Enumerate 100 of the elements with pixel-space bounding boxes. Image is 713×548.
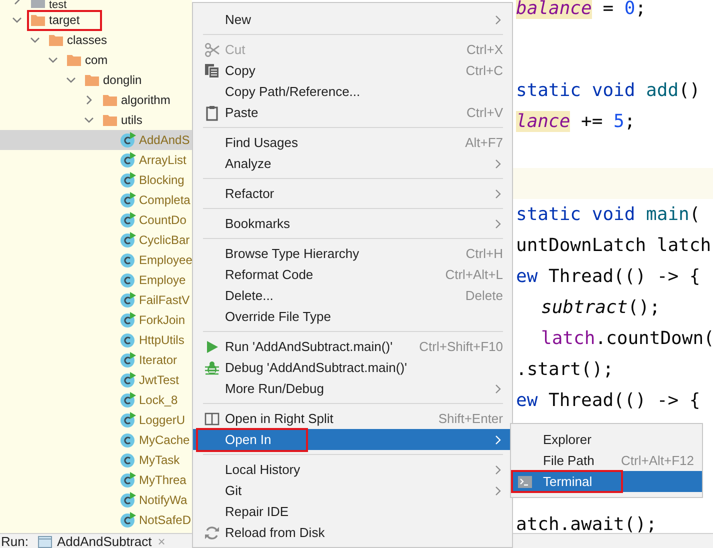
tree-item[interactable]: HttpUtils xyxy=(0,330,192,350)
run-label: Run: xyxy=(1,534,30,548)
tree-label: Completa xyxy=(139,193,190,207)
tree-label: LoggerU xyxy=(139,413,186,427)
menu-item[interactable]: Refactor xyxy=(193,183,512,204)
shortcut-label: Ctrl+Shift+F10 xyxy=(419,339,503,354)
tree-item[interactable]: ForkJoin xyxy=(0,310,192,330)
tree-label: com xyxy=(85,53,108,67)
tree-item[interactable]: Blocking xyxy=(0,170,192,190)
code-line: .start(); xyxy=(515,358,615,382)
tree-item[interactable]: CyclicBar xyxy=(0,230,192,250)
menu-item[interactable]: Explorer xyxy=(511,429,702,450)
tree-item[interactable]: Employee xyxy=(0,250,192,270)
tree-label: classes xyxy=(67,33,108,47)
menu-item[interactable]: New xyxy=(193,9,512,30)
tree-item[interactable]: Employe xyxy=(0,270,192,290)
tree-item[interactable]: LoggerU xyxy=(0,410,192,430)
code-line: static void main( xyxy=(515,202,702,226)
menu-item[interactable]: File Path Ctrl+Alt+F12 xyxy=(511,450,702,471)
tree-item[interactable]: classes xyxy=(0,30,192,50)
scissors-icon xyxy=(204,42,220,58)
folder-icon xyxy=(66,52,82,68)
tree-label: Iterator xyxy=(139,353,178,367)
menu-item[interactable]: Git xyxy=(193,480,512,501)
tree-label: algorithm xyxy=(121,93,170,107)
menu-item[interactable]: Delete... Delete xyxy=(193,285,512,306)
tree-item[interactable]: CountDo xyxy=(0,210,192,230)
tree-item[interactable]: algorithm xyxy=(0,90,192,110)
menu-item[interactable]: Reload from Disk xyxy=(193,522,512,543)
bug-icon xyxy=(204,360,220,376)
menu-item[interactable]: Paste Ctrl+V xyxy=(193,102,512,123)
menu-item[interactable]: Bookmarks xyxy=(193,213,512,234)
clipboard-icon xyxy=(204,104,220,120)
copy-icon xyxy=(204,62,220,78)
code-line: static void add() xyxy=(515,78,702,102)
shortcut-label: Ctrl+Alt+L xyxy=(445,267,503,282)
tree-item[interactable]: FailFastV xyxy=(0,290,192,310)
tree-label: HttpUtils xyxy=(139,333,184,347)
code-line: untDownLatch latch xyxy=(515,234,712,258)
folder-icon xyxy=(30,12,46,28)
menu-item[interactable]: Local History xyxy=(193,459,512,480)
split-view-icon xyxy=(204,410,220,426)
shortcut-label: Delete xyxy=(465,288,503,303)
tree-item[interactable]: NotifyWa xyxy=(0,490,192,510)
tree-item[interactable]: target xyxy=(0,10,192,30)
tree-label: target xyxy=(49,13,80,27)
menu-item[interactable]: Copy Path/Reference... xyxy=(193,81,512,102)
tree-item[interactable]: ArrayList xyxy=(0,150,192,170)
tree-item[interactable]: JwtTest xyxy=(0,370,192,390)
folder-icon xyxy=(102,112,118,128)
menu-item[interactable]: Browse Type Hierarchy Ctrl+H xyxy=(193,243,512,264)
menu-item[interactable]: Open in Right Split Shift+Enter xyxy=(193,408,512,429)
tree-label: Employe xyxy=(139,273,186,287)
shortcut-label: Shift+Enter xyxy=(438,411,503,426)
shortcut-label: Alt+F7 xyxy=(465,135,503,150)
folder-icon xyxy=(84,72,100,88)
tree-item[interactable]: utils xyxy=(0,110,192,130)
tree-label: CyclicBar xyxy=(139,233,190,247)
tree-label: MyCache xyxy=(139,433,190,447)
shortcut-label: Ctrl+Alt+F12 xyxy=(621,453,694,468)
tree-label: NotifyWa xyxy=(139,493,188,507)
run-icon xyxy=(204,338,220,354)
tree-label: Blocking xyxy=(139,173,184,187)
tree-item[interactable]: test xyxy=(0,0,192,10)
tree-item[interactable]: MyTask xyxy=(0,450,192,470)
tree-item[interactable]: Completa xyxy=(0,190,192,210)
tree-label: Lock_8 xyxy=(139,393,178,407)
menu-item[interactable]: Open In xyxy=(193,429,512,450)
tree-item[interactable]: com xyxy=(0,50,192,70)
tree-item[interactable]: Lock_8 xyxy=(0,390,192,410)
tree-label: AddAndS xyxy=(139,133,190,147)
menu-item[interactable]: More Run/Debug xyxy=(193,378,512,399)
folder-icon xyxy=(48,32,64,48)
menu-item[interactable]: Copy Ctrl+C xyxy=(193,60,512,81)
menu-item[interactable]: Debug 'AddAndSubtract.main()' xyxy=(193,357,512,378)
tree-label: MyTask xyxy=(139,453,180,467)
menu-item[interactable]: Analyze xyxy=(193,153,512,174)
menu-item[interactable]: Reformat Code Ctrl+Alt+L xyxy=(193,264,512,285)
shortcut-label: Ctrl+C xyxy=(466,63,503,78)
tree-item[interactable]: donglin xyxy=(0,70,192,90)
run-tab[interactable]: AddAndSubtract xyxy=(38,534,152,548)
code-line: lance += 5; xyxy=(515,110,636,134)
menu-item[interactable]: Find Usages Alt+F7 xyxy=(193,132,512,153)
code-line: ew Thread(() -> { xyxy=(515,388,702,412)
tree-item[interactable]: NotSafeD xyxy=(0,510,192,530)
tree-item[interactable]: Iterator xyxy=(0,350,192,370)
tree-item[interactable]: MyCache xyxy=(0,430,192,450)
code-line: atch.await(); xyxy=(515,512,658,533)
menu-item[interactable]: Run 'AddAndSubtract.main()' Ctrl+Shift+F10 xyxy=(193,336,512,357)
menu-item[interactable]: Terminal xyxy=(511,471,702,492)
shortcut-label: Ctrl+H xyxy=(466,246,503,261)
tree-label: ForkJoin xyxy=(139,313,186,327)
menu-item[interactable]: Override File Type xyxy=(193,306,512,327)
menu-item[interactable]: Repair IDE xyxy=(193,501,512,522)
code-line: ew Thread(() -> { xyxy=(515,264,702,288)
tree-label: Employee xyxy=(139,253,192,267)
tree-label: CountDo xyxy=(139,213,186,227)
tree-label: test xyxy=(49,0,67,10)
tree-item[interactable]: MyThrea xyxy=(0,470,192,490)
code-line: latch.countDown( xyxy=(540,326,713,350)
